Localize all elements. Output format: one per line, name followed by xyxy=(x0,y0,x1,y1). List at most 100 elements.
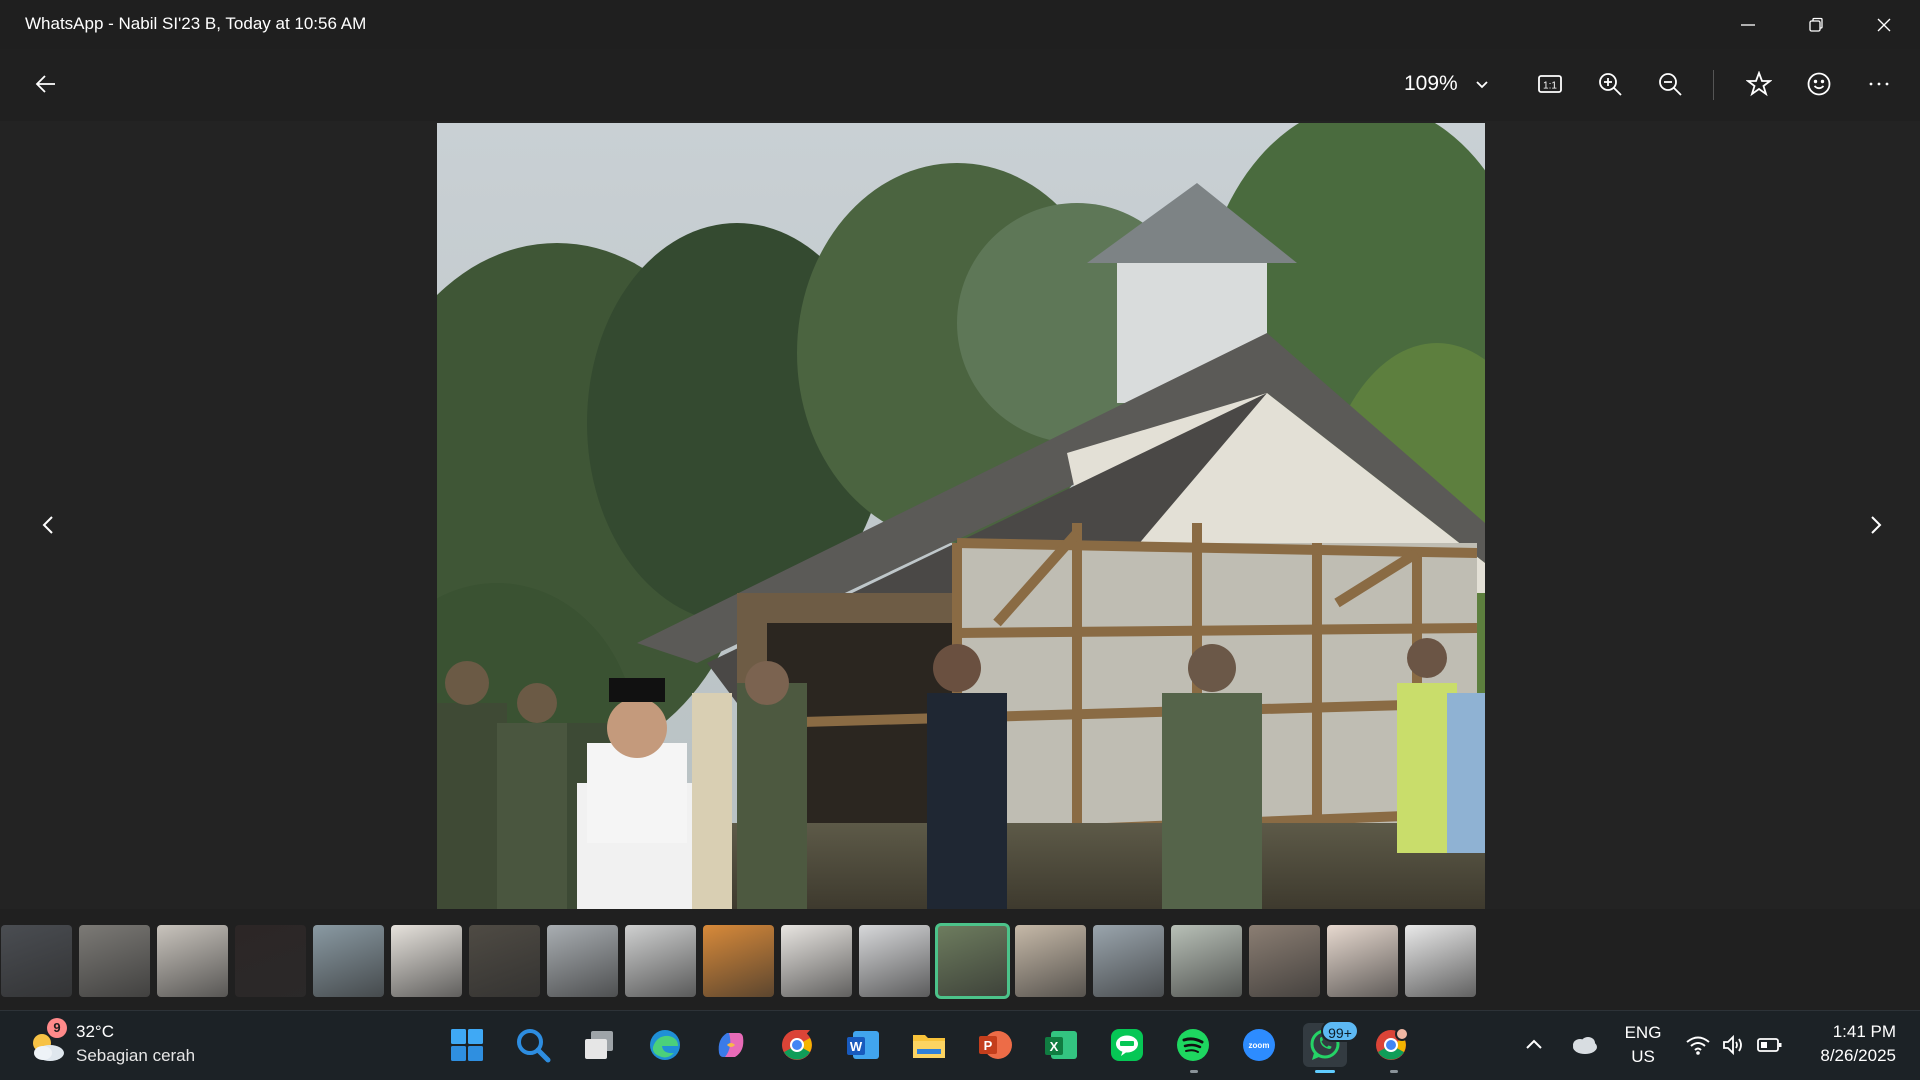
more-options-button[interactable] xyxy=(1859,64,1899,104)
star-icon xyxy=(1746,71,1772,97)
search-button[interactable] xyxy=(511,1023,555,1067)
zoom-app-button[interactable]: zoom xyxy=(1237,1023,1281,1067)
filmstrip-thumbnail[interactable] xyxy=(79,925,150,997)
language-bottom[interactable]: US xyxy=(1618,1047,1668,1067)
next-image-button[interactable] xyxy=(1856,505,1896,545)
restore-button[interactable] xyxy=(1782,0,1850,49)
smiley-icon xyxy=(1807,72,1831,96)
chrome-button[interactable] xyxy=(775,1023,819,1067)
reaction-button[interactable] xyxy=(1799,64,1839,104)
volume-icon xyxy=(1723,1034,1742,1056)
filmstrip-thumbnail[interactable] xyxy=(469,925,540,997)
svg-text:W: W xyxy=(850,1039,863,1054)
weather-description: Sebagian cerah xyxy=(76,1046,196,1065)
filmstrip-thumbnail[interactable] xyxy=(625,925,696,997)
wifi-button[interactable] xyxy=(1678,1025,1718,1065)
word-button[interactable]: W xyxy=(841,1023,885,1067)
spotify-button[interactable] xyxy=(1171,1023,1215,1067)
filmstrip-thumbnail[interactable] xyxy=(703,925,774,997)
start-button[interactable] xyxy=(445,1023,489,1067)
svg-text:X: X xyxy=(1050,1039,1059,1054)
copilot-icon xyxy=(718,1033,744,1057)
filmstrip-thumbnail[interactable] xyxy=(1093,925,1164,997)
main-photo xyxy=(437,123,1485,909)
search-icon xyxy=(517,1029,551,1063)
chevron-right-icon xyxy=(1871,516,1882,534)
task-view-button[interactable] xyxy=(577,1023,621,1067)
zoom-in-icon xyxy=(1599,73,1622,96)
volume-button[interactable] xyxy=(1713,1025,1753,1065)
filmstrip-thumbnail[interactable] xyxy=(859,925,930,997)
task-view-icon xyxy=(585,1031,613,1059)
back-button[interactable] xyxy=(26,64,66,104)
copilot-button[interactable] xyxy=(709,1023,753,1067)
zoom-level[interactable]: 109% xyxy=(1404,72,1458,96)
title-bar: WhatsApp - Nabil SI'23 B, Today at 10:56… xyxy=(0,0,1920,49)
wifi-icon xyxy=(1686,1036,1710,1055)
window-title: WhatsApp - Nabil SI'23 B, Today at 10:56… xyxy=(25,14,367,33)
filmstrip-thumbnail[interactable] xyxy=(547,925,618,997)
filmstrip-thumbnail[interactable] xyxy=(935,923,1010,999)
filmstrip-thumbnail[interactable] xyxy=(1,925,72,997)
chevron-left-icon xyxy=(42,516,53,534)
show-hidden-icons-button[interactable] xyxy=(1514,1025,1554,1065)
filmstrip-thumbnail[interactable] xyxy=(1405,925,1476,997)
filmstrip-thumbnail[interactable] xyxy=(1015,925,1086,997)
chevron-down-icon xyxy=(1476,81,1488,89)
favorite-button[interactable] xyxy=(1739,64,1779,104)
powerpoint-button[interactable]: P xyxy=(973,1023,1017,1067)
toolbar-divider xyxy=(1713,70,1714,100)
cloud-icon xyxy=(1573,1037,1597,1054)
zoom-app-label: zoom xyxy=(1249,1041,1270,1050)
back-arrow-icon xyxy=(35,75,55,93)
photo-image xyxy=(437,123,1485,909)
close-icon xyxy=(1877,18,1891,31)
zoom-icon: zoom xyxy=(1243,1029,1275,1061)
battery-button[interactable] xyxy=(1750,1025,1790,1065)
close-button[interactable] xyxy=(1850,0,1918,49)
onedrive-button[interactable] xyxy=(1564,1025,1604,1065)
previous-image-button[interactable] xyxy=(28,505,68,545)
filmstrip-thumbnail[interactable] xyxy=(1249,925,1320,997)
excel-button[interactable]: X xyxy=(1039,1023,1083,1067)
actual-size-label: 1:1 xyxy=(1543,81,1557,92)
spotify-running-indicator xyxy=(1190,1070,1198,1073)
filmstrip-thumbnail[interactable] xyxy=(391,925,462,997)
chrome-running-indicator xyxy=(1390,1070,1398,1073)
filmstrip-thumbnail[interactable] xyxy=(157,925,228,997)
more-icon xyxy=(1869,82,1889,86)
actual-size-button[interactable]: 1:1 xyxy=(1530,64,1570,104)
weather-badge: 9 xyxy=(47,1018,67,1038)
chevron-up-icon xyxy=(1526,1039,1542,1049)
language-top[interactable]: ENG xyxy=(1618,1023,1668,1043)
edge-icon xyxy=(650,1030,680,1060)
taskbar xyxy=(0,1010,1920,1080)
file-explorer-icon xyxy=(913,1035,945,1058)
whatsapp-badge: 99+ xyxy=(1321,1020,1359,1042)
minimize-button[interactable] xyxy=(1714,0,1782,49)
zoom-in-button[interactable] xyxy=(1590,64,1630,104)
zoom-out-icon xyxy=(1659,73,1682,96)
chrome-profile-button[interactable] xyxy=(1369,1023,1413,1067)
edge-button[interactable] xyxy=(643,1023,687,1067)
windows-start-icon xyxy=(451,1029,483,1061)
clock-date[interactable]: 8/26/2025 xyxy=(1796,1046,1896,1066)
minimize-icon xyxy=(1741,23,1755,26)
filmstrip-thumbnail[interactable] xyxy=(781,925,852,997)
word-icon: W xyxy=(847,1031,879,1059)
viewer-toolbar xyxy=(0,49,1920,121)
clock-time[interactable]: 1:41 PM xyxy=(1796,1022,1896,1042)
chrome-profile-icon xyxy=(1376,1027,1409,1060)
filmstrip-thumbnail[interactable] xyxy=(1171,925,1242,997)
line-button[interactable] xyxy=(1105,1023,1149,1067)
filmstrip-thumbnail[interactable] xyxy=(313,925,384,997)
filmstrip-thumbnail[interactable] xyxy=(235,925,306,997)
line-icon xyxy=(1111,1029,1143,1061)
svg-text:P: P xyxy=(984,1038,993,1053)
spotify-icon xyxy=(1177,1029,1209,1061)
filmstrip-thumbnail[interactable] xyxy=(1327,925,1398,997)
zoom-dropdown-button[interactable] xyxy=(1462,64,1502,104)
file-explorer-button[interactable] xyxy=(907,1023,951,1067)
zoom-out-button[interactable] xyxy=(1650,64,1690,104)
actual-size-icon: 1:1 xyxy=(1538,75,1562,93)
